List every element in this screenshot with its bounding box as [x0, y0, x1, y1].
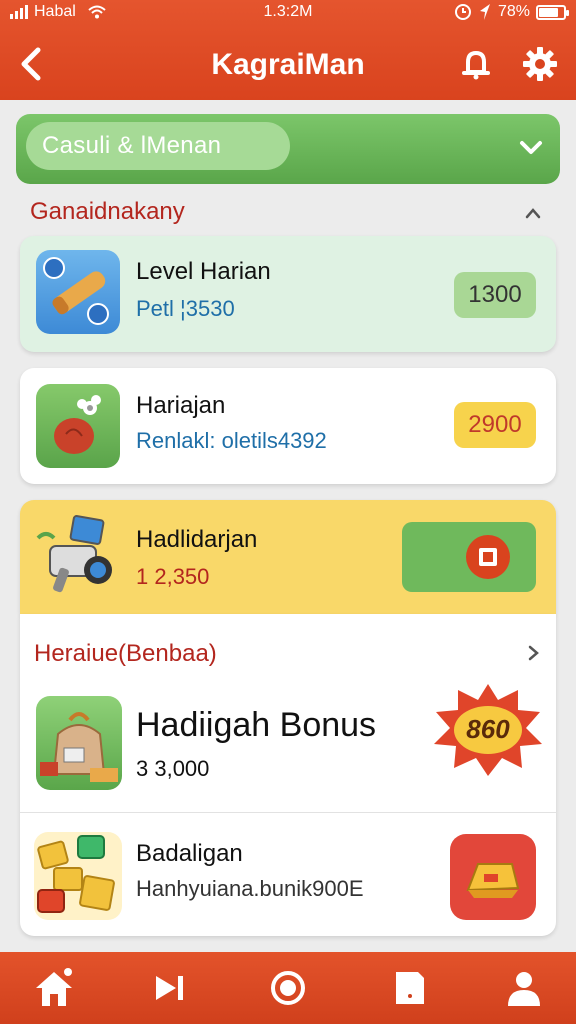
- status-right: 78%: [454, 3, 569, 21]
- camera-gadget-icon: [32, 512, 116, 596]
- battery-icon: [536, 4, 569, 20]
- gold-bar-button[interactable]: [450, 834, 536, 920]
- card-subtitle: Hanhyuiana.bunik900E: [136, 876, 364, 901]
- category-dropdown[interactable]: Casuli & lMenan: [16, 114, 560, 184]
- card-subtitle: Petl ¦3530: [136, 296, 235, 321]
- chevron-right-icon[interactable]: [524, 644, 542, 662]
- nav-play[interactable]: [148, 966, 192, 1010]
- gear-icon: [523, 47, 557, 81]
- gold-bar-icon: [466, 863, 520, 898]
- alarm-icon: [454, 4, 471, 20]
- task-card-level-harian[interactable]: Level Harian Petl ¦3530 1300: [20, 236, 556, 352]
- document-icon: [396, 972, 424, 1004]
- notifications-button[interactable]: [458, 46, 494, 82]
- battery-percent: 78%: [497, 3, 530, 20]
- scroll-icon: [36, 250, 120, 334]
- nav-tasks[interactable]: [388, 966, 432, 1010]
- claim-button[interactable]: [402, 522, 536, 592]
- claim-icon: [466, 535, 510, 579]
- card-subtitle: 3 3,000: [136, 756, 210, 781]
- settings-button[interactable]: [520, 44, 560, 84]
- treasure-sack-icon: [36, 696, 122, 790]
- nav-center[interactable]: [266, 966, 310, 1010]
- card-title: Hadlidarjan: [136, 526, 258, 553]
- play-next-icon: [156, 976, 183, 1000]
- bonus-item-badaligan[interactable]: Badaligan Hanhyuiana.bunik900E: [20, 814, 556, 934]
- section-title-2: Heraiue(Benbaa): [34, 640, 217, 667]
- nav-profile[interactable]: [502, 966, 546, 1010]
- reward-badge: 1300: [454, 272, 536, 318]
- card-title: Badaligan: [136, 840, 243, 867]
- category-selected: Casuli & lMenan: [26, 122, 290, 170]
- card-title: Hariajan: [136, 392, 226, 419]
- circle-icon: [271, 971, 305, 1005]
- gold-tiles-icon: [34, 832, 122, 920]
- card-title: Hadiigah Bonus: [136, 706, 377, 744]
- bonus-value: 860: [466, 714, 510, 744]
- bonus-burst-badge: 860: [430, 680, 546, 780]
- card-subtitle: 1 2,350: [136, 564, 210, 589]
- section-title-1: Ganaidnakany: [30, 198, 185, 225]
- status-bar: Habal 1.3:2M 78%: [0, 0, 576, 26]
- divider: [20, 812, 556, 813]
- card-subtitle: Renlakl: oletils4392: [136, 428, 327, 453]
- apple-flower-icon: [36, 384, 120, 468]
- chevron-down-icon: [520, 141, 542, 154]
- task-card-hariajan[interactable]: Hariajan Renlakl: oletils4392 2900: [20, 368, 556, 484]
- location-icon: [479, 4, 490, 20]
- battery-level: [539, 7, 558, 17]
- task-card-hadlidarjan[interactable]: Hadlidarjan 1 2,350: [20, 500, 556, 614]
- user-icon: [508, 972, 540, 1006]
- bottom-navigation: [0, 952, 576, 1024]
- bonus-item-hadiigah[interactable]: Hadiigah Bonus 3 3,000 860: [20, 680, 556, 810]
- expand-arrow-icon[interactable]: [524, 204, 542, 222]
- nav-home[interactable]: [32, 966, 76, 1010]
- app-header: KagraiMan: [0, 26, 576, 100]
- card-title: Level Harian: [136, 258, 271, 285]
- home-icon: [36, 968, 72, 1006]
- bell-icon: [462, 51, 490, 80]
- reward-badge: 2900: [454, 402, 536, 448]
